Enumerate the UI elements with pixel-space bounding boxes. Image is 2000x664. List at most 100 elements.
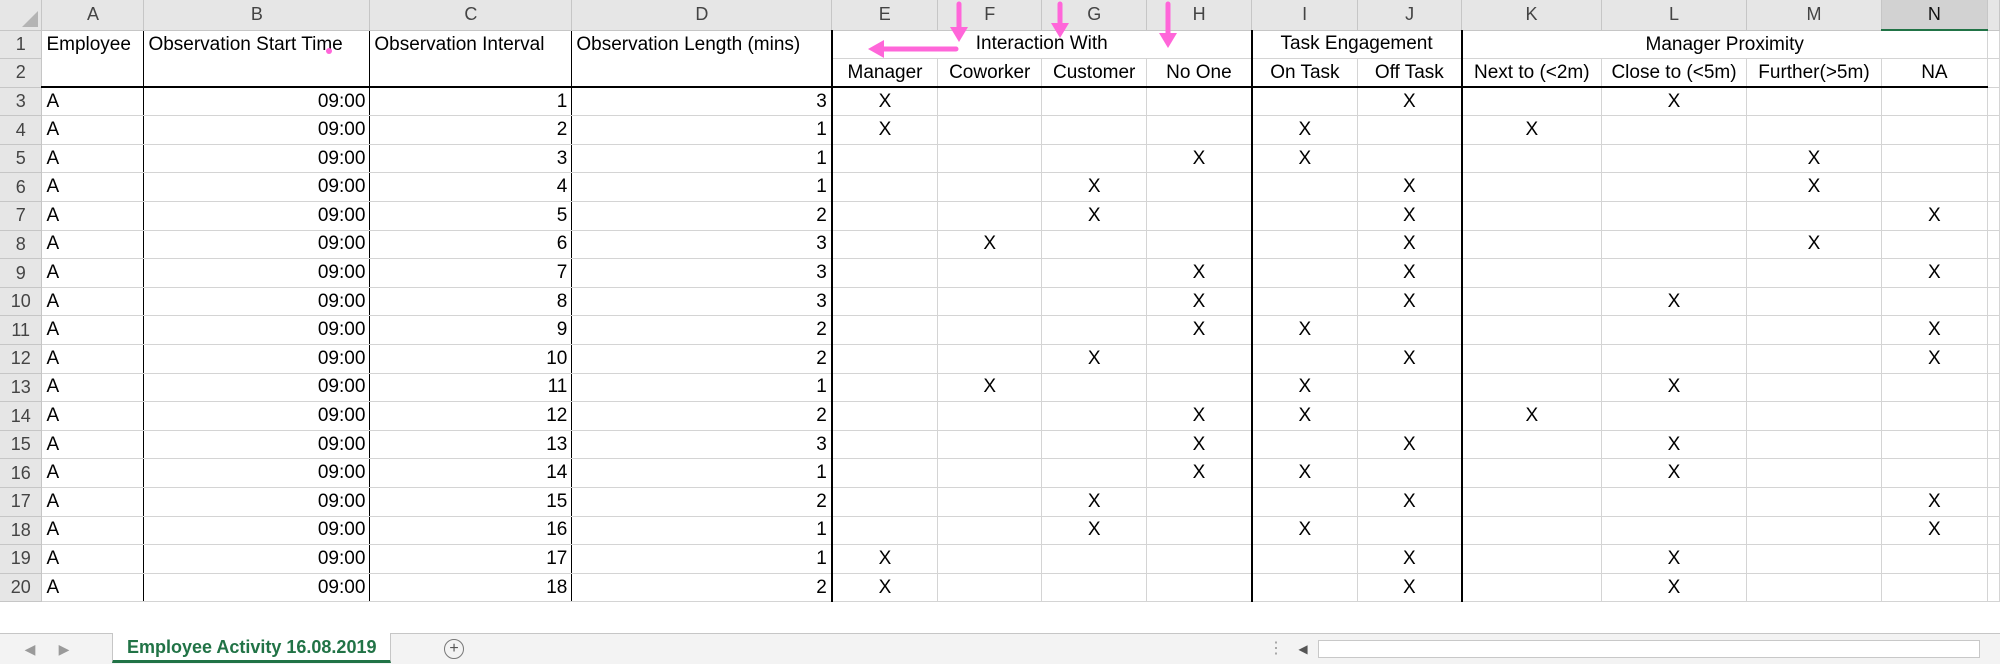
cell-g[interactable] bbox=[1041, 430, 1148, 460]
column-header-m[interactable]: M bbox=[1746, 0, 1882, 31]
header-start-time[interactable]: Observation Start Time bbox=[143, 30, 371, 59]
empty-cell[interactable] bbox=[1987, 144, 2000, 174]
empty-cell[interactable] bbox=[143, 58, 371, 89]
cell-d[interactable]: 1 bbox=[571, 144, 833, 174]
cell-j[interactable] bbox=[1357, 315, 1463, 346]
cell-k[interactable] bbox=[1461, 458, 1603, 488]
cell-l[interactable]: X bbox=[1601, 573, 1747, 603]
row-header[interactable]: 14 bbox=[0, 401, 43, 431]
cell-m[interactable] bbox=[1746, 315, 1882, 346]
column-header-j[interactable]: J bbox=[1357, 0, 1463, 31]
header-na[interactable]: NA bbox=[1881, 58, 1988, 89]
row-header[interactable]: 12 bbox=[0, 344, 43, 374]
cell-m[interactable] bbox=[1746, 373, 1882, 403]
header-manager[interactable]: Manager bbox=[831, 58, 939, 89]
cell-m[interactable] bbox=[1746, 458, 1882, 488]
cell-h[interactable] bbox=[1146, 487, 1253, 517]
cell-e[interactable] bbox=[831, 458, 939, 488]
column-header-c[interactable]: C bbox=[369, 0, 573, 31]
cell-n[interactable] bbox=[1881, 458, 1988, 488]
cell-a[interactable]: A bbox=[41, 544, 145, 574]
cell-d[interactable]: 3 bbox=[571, 430, 833, 460]
cell-l[interactable] bbox=[1601, 315, 1747, 346]
cell-i[interactable] bbox=[1251, 544, 1359, 574]
cell-k[interactable] bbox=[1461, 87, 1603, 117]
cell-f[interactable] bbox=[937, 573, 1043, 603]
cell-c[interactable]: 5 bbox=[369, 201, 573, 231]
triangle-right-icon[interactable]: ▶ bbox=[56, 640, 72, 658]
empty-cell[interactable] bbox=[1987, 201, 2000, 231]
cell-j[interactable]: X bbox=[1357, 544, 1463, 574]
cell-a[interactable]: A bbox=[41, 87, 145, 117]
row-header[interactable]: 17 bbox=[0, 487, 43, 517]
cell-b[interactable]: 09:00 bbox=[143, 516, 371, 546]
cell-l[interactable]: X bbox=[1601, 458, 1747, 488]
empty-cell[interactable] bbox=[1987, 315, 2000, 346]
cell-h[interactable]: X bbox=[1146, 401, 1253, 431]
cell-n[interactable] bbox=[1881, 87, 1988, 117]
cell-m[interactable] bbox=[1746, 401, 1882, 431]
cell-h[interactable] bbox=[1146, 544, 1253, 574]
cell-j[interactable]: X bbox=[1357, 230, 1463, 260]
cell-k[interactable] bbox=[1461, 287, 1603, 317]
header-further[interactable]: Further(>5m) bbox=[1746, 58, 1882, 89]
cell-b[interactable]: 09:00 bbox=[143, 344, 371, 374]
cell-g[interactable] bbox=[1041, 544, 1148, 574]
cell-l[interactable]: X bbox=[1601, 373, 1747, 403]
cell-a[interactable]: A bbox=[41, 487, 145, 517]
cell-m[interactable] bbox=[1746, 201, 1882, 231]
cell-f[interactable] bbox=[937, 144, 1043, 174]
cell-i[interactable] bbox=[1251, 487, 1359, 517]
cell-f[interactable]: X bbox=[937, 373, 1043, 403]
cell-j[interactable] bbox=[1357, 115, 1463, 145]
cell-e[interactable] bbox=[831, 230, 939, 260]
cell-c[interactable]: 14 bbox=[369, 458, 573, 488]
empty-cell[interactable] bbox=[1987, 401, 2000, 431]
cell-f[interactable] bbox=[937, 487, 1043, 517]
cell-k[interactable] bbox=[1461, 258, 1603, 288]
cell-l[interactable] bbox=[1601, 115, 1747, 145]
cell-h[interactable]: X bbox=[1146, 458, 1253, 488]
cell-i[interactable]: X bbox=[1251, 373, 1359, 403]
cell-i[interactable]: X bbox=[1251, 458, 1359, 488]
cell-h[interactable] bbox=[1146, 115, 1253, 145]
column-header-d[interactable]: D bbox=[571, 0, 833, 31]
cell-m[interactable]: X bbox=[1746, 144, 1882, 174]
header-task-engagement[interactable]: Task Engagement bbox=[1251, 30, 1463, 60]
cell-m[interactable] bbox=[1746, 487, 1882, 517]
cell-g[interactable]: X bbox=[1041, 516, 1148, 546]
column-header-g[interactable]: G bbox=[1041, 0, 1148, 31]
column-header-k[interactable]: K bbox=[1461, 0, 1603, 31]
cell-i[interactable] bbox=[1251, 344, 1359, 374]
header-on-task[interactable]: On Task bbox=[1251, 58, 1359, 89]
cell-l[interactable] bbox=[1601, 401, 1747, 431]
cell-e[interactable] bbox=[831, 258, 939, 288]
empty-cell[interactable] bbox=[41, 58, 145, 89]
cell-c[interactable]: 15 bbox=[369, 487, 573, 517]
cell-i[interactable] bbox=[1251, 287, 1359, 317]
cell-i[interactable] bbox=[1251, 258, 1359, 288]
empty-cell[interactable] bbox=[1987, 430, 2000, 460]
empty-cell[interactable] bbox=[1987, 287, 2000, 317]
triangle-left-icon[interactable]: ◀ bbox=[22, 640, 38, 658]
row-header[interactable]: 16 bbox=[0, 458, 43, 488]
cell-c[interactable]: 11 bbox=[369, 373, 573, 403]
cell-a[interactable]: A bbox=[41, 315, 145, 346]
empty-cell[interactable] bbox=[1987, 344, 2000, 374]
row-header[interactable]: 3 bbox=[0, 87, 43, 117]
cell-i[interactable] bbox=[1251, 230, 1359, 260]
cell-n[interactable] bbox=[1881, 573, 1988, 603]
cell-d[interactable]: 1 bbox=[571, 172, 833, 203]
empty-cell[interactable] bbox=[1987, 458, 2000, 488]
cell-n[interactable]: X bbox=[1881, 201, 1988, 231]
header-close-to[interactable]: Close to (<5m) bbox=[1601, 58, 1747, 89]
header-off-task[interactable]: Off Task bbox=[1357, 58, 1463, 89]
cell-k[interactable]: X bbox=[1461, 115, 1603, 145]
cell-h[interactable] bbox=[1146, 573, 1253, 603]
cell-b[interactable]: 09:00 bbox=[143, 115, 371, 145]
cell-k[interactable] bbox=[1461, 373, 1603, 403]
cell-f[interactable] bbox=[937, 115, 1043, 145]
cell-d[interactable]: 2 bbox=[571, 344, 833, 374]
cell-b[interactable]: 09:00 bbox=[143, 172, 371, 203]
cell-k[interactable] bbox=[1461, 144, 1603, 174]
